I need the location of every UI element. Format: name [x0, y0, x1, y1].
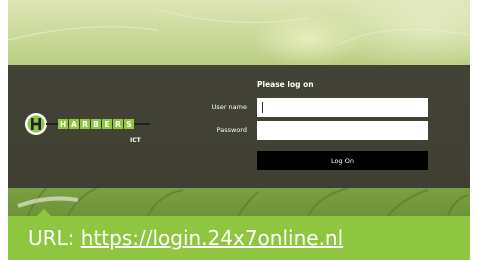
password-label: Password [216, 126, 247, 134]
log-on-button[interactable]: Log On [257, 151, 428, 170]
text-cursor [262, 102, 263, 113]
logo-subtitle: ICT [130, 137, 142, 144]
logo-letter: B [93, 120, 99, 129]
harbers-ict-logo: HARBERS ICT [24, 112, 158, 150]
password-input[interactable] [257, 121, 428, 140]
logo-letter: R [82, 120, 88, 129]
url-caption: URL: https://login.24x7online.nl [28, 226, 343, 250]
url-prefix: URL: [28, 226, 81, 250]
login-title: Please log on [257, 80, 314, 89]
username-label: User name [211, 103, 247, 111]
url-link[interactable]: https://login.24x7online.nl [81, 226, 343, 250]
username-input[interactable] [257, 98, 428, 117]
logo-letter: H [60, 120, 66, 129]
logo-letter: S [126, 120, 131, 129]
logo-letter: R [115, 120, 121, 129]
logo-letter: E [104, 120, 109, 129]
logo-letter: A [71, 120, 77, 129]
